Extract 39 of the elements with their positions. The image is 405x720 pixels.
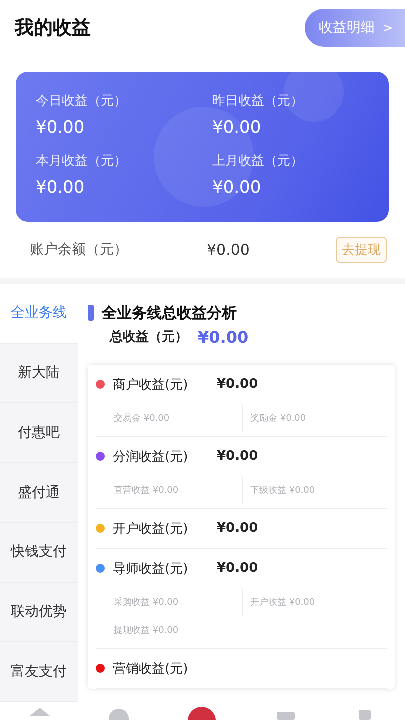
summary-label: 昨日收益（元） <box>212 93 304 110</box>
summary-value: ¥0.00 <box>212 118 262 138</box>
summary-value: ¥0.00 <box>212 178 262 198</box>
total-label: 总收益（元） <box>110 329 188 346</box>
sidebar-tab[interactable]: 新大陆 <box>0 344 78 404</box>
income-label: 商户收益(元) <box>113 376 190 394</box>
total-value: ¥0.00 <box>198 328 249 346</box>
summary-value: ¥0.00 <box>36 178 86 198</box>
income-value: ¥0.00 <box>217 521 258 536</box>
detail-text: 交易金 ¥0.00 <box>114 412 170 424</box>
summary-label: 今日收益（元） <box>36 93 128 110</box>
sidebar-tab[interactable]: 全业务线 <box>0 284 78 344</box>
accent-bar <box>88 305 94 321</box>
detail-text: 采购收益 ¥0.00 <box>114 596 179 608</box>
section-title: 全业务线总收益分析 <box>102 304 237 322</box>
page-title: 我的收益 <box>15 16 91 41</box>
income-label: 导师收益(元) <box>113 560 190 578</box>
detail-text: 提现收益 ¥0.00 <box>114 624 179 636</box>
sidebar-tab[interactable]: 付惠吧 <box>0 403 78 464</box>
income-label: 营销收益(元) <box>113 660 190 678</box>
sidebar-tab[interactable]: 盛付通 <box>0 463 78 523</box>
balance-label: 账户余额（元） <box>30 241 129 259</box>
summary-label: 本月收益（元） <box>36 153 128 170</box>
income-label: 分润收益(元) <box>113 448 190 466</box>
balance-value: ¥0.00 <box>207 241 251 259</box>
income-value: ¥0.00 <box>217 377 258 392</box>
pie-chart-icon[interactable] <box>108 706 130 720</box>
income-value: ¥0.00 <box>217 449 258 464</box>
round-logo-icon[interactable] <box>187 706 218 720</box>
income-value: ¥0.00 <box>217 561 258 576</box>
detail-text: 奖励金 ¥0.00 <box>250 412 306 424</box>
detail-text: 下级收益 ¥0.00 <box>250 484 316 496</box>
sidebar-tab[interactable]: 快钱支付 <box>0 522 78 583</box>
detail-text: 直营收益 ¥0.00 <box>114 484 179 496</box>
income-label: 开户收益(元) <box>113 520 190 538</box>
sidebar-tab[interactable]: 联动优势 <box>0 582 78 642</box>
detail-text: 开户收益 ¥0.00 <box>250 596 316 608</box>
summary-label: 上月收益（元） <box>212 153 304 170</box>
summary-value: ¥0.00 <box>36 118 86 138</box>
